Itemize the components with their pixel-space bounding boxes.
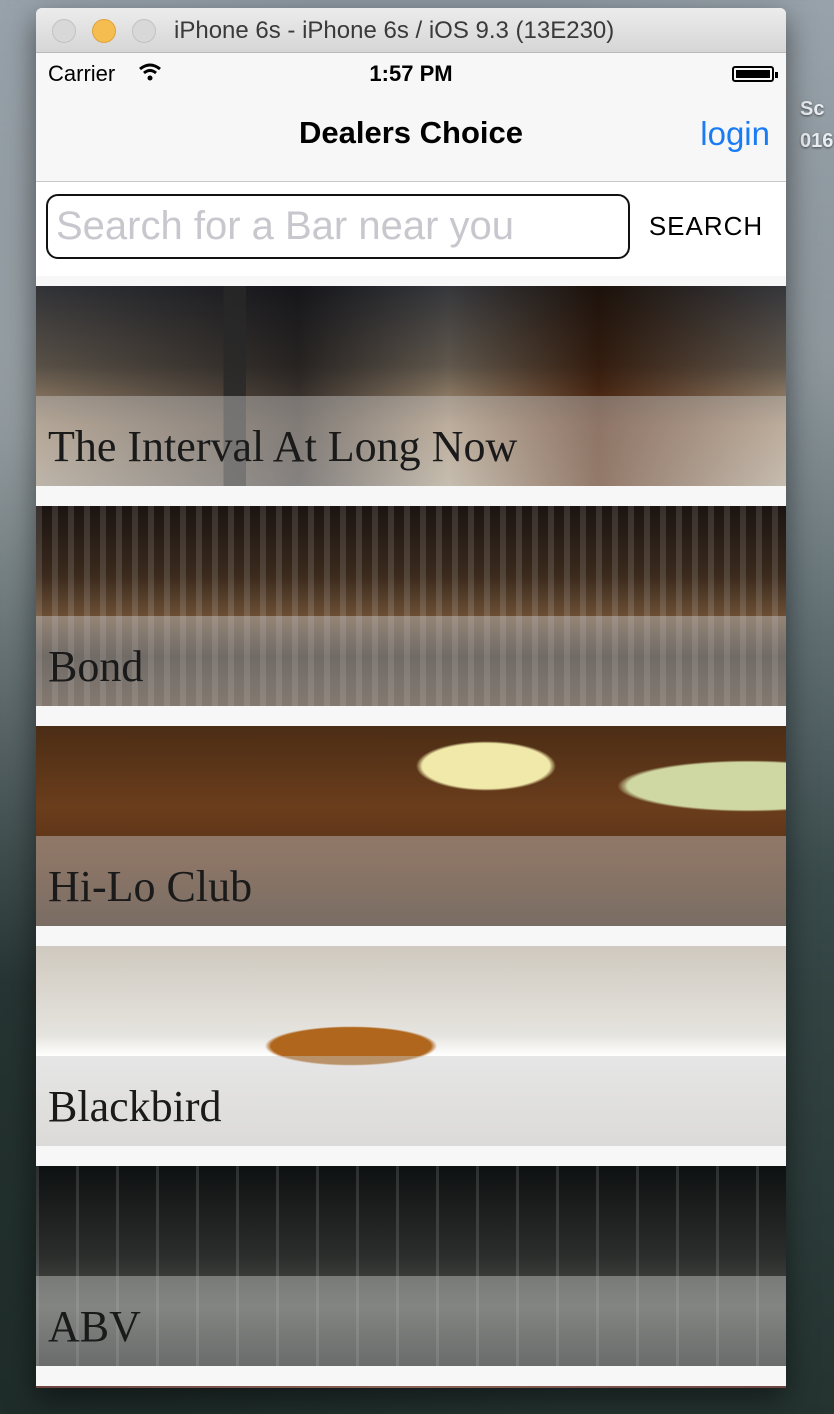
- bar-cell[interactable]: The Interval At Long Now: [36, 286, 786, 486]
- page-title: Dealers Choice: [299, 115, 523, 150]
- clock: 1:57 PM: [369, 61, 453, 86]
- bar-cell[interactable]: Hi-Lo Club: [36, 726, 786, 926]
- bar-name: The Interval At Long Now: [48, 422, 518, 471]
- bar-cell[interactable]: Blackbird: [36, 946, 786, 1146]
- bar-list[interactable]: The Interval At Long Now Bond Hi-Lo Club…: [36, 286, 786, 1388]
- status-bar: Carrier 1:57 PM: [36, 53, 786, 93]
- bar-name: Bond: [48, 642, 144, 691]
- bar-name: Blackbird: [48, 1082, 222, 1131]
- name-overlay: [36, 616, 786, 706]
- desktop-icon-date: 016-: [800, 130, 834, 152]
- window-titlebar[interactable]: iPhone 6s - iPhone 6s / iOS 9.3 (13E230): [36, 8, 786, 53]
- navigation-bar: Dealers Choice login: [36, 93, 786, 182]
- bar-cell[interactable]: ABV: [36, 1166, 786, 1366]
- name-overlay: [36, 1276, 786, 1366]
- window-title: iPhone 6s - iPhone 6s / iOS 9.3 (13E230): [174, 17, 615, 44]
- bar-name: Hi-Lo Club: [48, 862, 253, 911]
- bar-photo: [36, 1386, 786, 1388]
- zoom-window-button[interactable]: [132, 19, 156, 43]
- search-button[interactable]: SEARCH: [636, 194, 776, 259]
- bar-cell-partial[interactable]: [36, 1386, 786, 1388]
- bar-cell[interactable]: Bond: [36, 506, 786, 706]
- search-bar: SEARCH: [36, 182, 786, 276]
- minimize-window-button[interactable]: [92, 19, 116, 43]
- search-input[interactable]: [46, 194, 630, 259]
- simulator-window: iPhone 6s - iPhone 6s / iOS 9.3 (13E230)…: [36, 8, 786, 1388]
- bar-name: ABV: [48, 1302, 141, 1351]
- login-button[interactable]: login: [700, 115, 770, 153]
- close-window-button[interactable]: [52, 19, 76, 43]
- desktop-icon-label: Sc: [800, 98, 825, 120]
- battery-icon: [732, 66, 778, 82]
